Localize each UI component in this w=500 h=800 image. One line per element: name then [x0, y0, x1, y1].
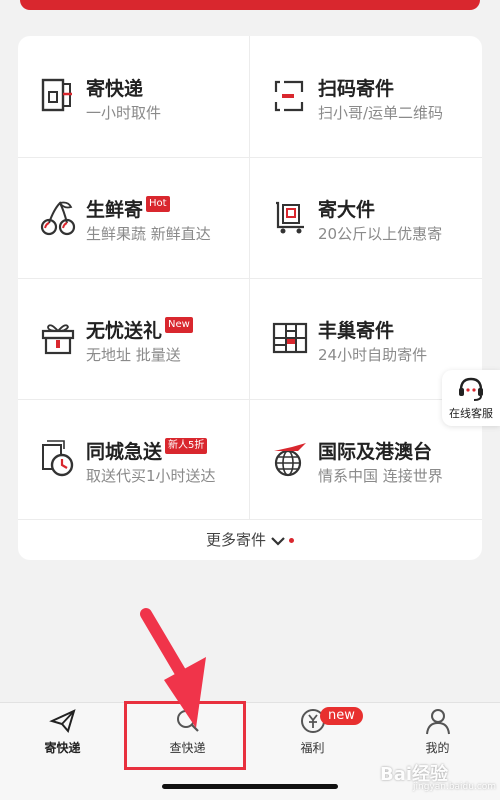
- service-title: 无忧送礼 New: [86, 316, 193, 343]
- watermark-url: jingyan.baidu.com: [413, 782, 497, 792]
- paper-plane-icon: [49, 709, 76, 734]
- service-subtitle: 无地址 批量送: [86, 346, 181, 364]
- tab-label: 寄快递: [44, 741, 81, 755]
- service-subtitle: 一小时取件: [86, 104, 162, 122]
- home-indicator: [162, 784, 338, 789]
- service-card: 寄快递 一小时取件 扫码寄件 扫小哥/运单二维码 生鲜寄 Hot 生鲜果蔬 新鲜…: [18, 36, 482, 560]
- service-subtitle: 24小时自助寄件: [318, 346, 428, 364]
- globe-plane-icon: [274, 443, 306, 477]
- locker-icon: [272, 322, 308, 354]
- cherry-icon: [40, 201, 76, 236]
- customer-service-button[interactable]: 在线客服: [442, 370, 500, 426]
- service-send-express[interactable]: 寄快递 一小时取件: [18, 36, 250, 157]
- service-title-text: 生鲜寄: [86, 199, 144, 221]
- service-title: 国际及港澳台: [318, 441, 433, 463]
- service-large-parcel[interactable]: 寄大件 20公斤以上优惠寄: [250, 157, 482, 278]
- service-fresh-send[interactable]: 生鲜寄 Hot 生鲜果蔬 新鲜直达: [18, 157, 250, 278]
- tab-benefits[interactable]: new 福利: [250, 703, 375, 763]
- new-badge: New: [165, 317, 193, 333]
- tab-label: 福利: [300, 741, 325, 755]
- service-title: 丰巢寄件: [318, 320, 395, 342]
- annotation-highlight-box: [124, 701, 246, 770]
- service-title: 同城急送 新人5折: [86, 437, 208, 464]
- promo-badge: 新人5折: [165, 438, 208, 454]
- large-parcel-cart-icon: [276, 201, 304, 234]
- service-grid: 寄快递 一小时取件 扫码寄件 扫小哥/运单二维码 生鲜寄 Hot 生鲜果蔬 新鲜…: [18, 36, 482, 520]
- scan-code-icon: [274, 80, 304, 112]
- clock-parcel-icon: [42, 440, 74, 477]
- notification-dot: [289, 538, 294, 543]
- service-gift-send[interactable]: 无忧送礼 New 无地址 批量送: [18, 278, 250, 399]
- service-scan-send[interactable]: 扫码寄件 扫小哥/运单二维码: [250, 36, 482, 157]
- more-services-label: 更多寄件: [205, 531, 266, 549]
- hot-badge: Hot: [146, 196, 170, 212]
- service-title: 扫码寄件: [318, 78, 395, 100]
- service-subtitle: 扫小哥/运单二维码: [318, 104, 444, 122]
- person-icon: [426, 709, 450, 735]
- tab-label: 我的: [425, 741, 450, 755]
- service-title-text: 无忧送礼: [86, 320, 163, 342]
- service-subtitle: 生鲜果蔬 新鲜直达: [86, 225, 211, 243]
- express-door-icon: [41, 78, 72, 112]
- new-badge: new: [320, 707, 363, 725]
- gift-box-icon: [41, 324, 75, 355]
- service-subtitle: 取送代买1小时送达: [86, 467, 216, 485]
- top-banner-edge: [20, 0, 480, 10]
- more-services-button[interactable]: 更多寄件: [18, 520, 482, 560]
- service-subtitle: 情系中国 连接世界: [318, 467, 443, 485]
- customer-service-label: 在线客服: [449, 407, 493, 420]
- service-title-text: 同城急送: [86, 441, 163, 463]
- service-subtitle: 20公斤以上优惠寄: [318, 225, 443, 243]
- service-title: 生鲜寄 Hot: [86, 195, 170, 222]
- service-title: 寄快递: [86, 78, 144, 100]
- service-same-city[interactable]: 同城急送 新人5折 取送代买1小时送达: [18, 399, 250, 520]
- tab-send-express[interactable]: 寄快递: [0, 703, 125, 763]
- tab-profile[interactable]: 我的: [375, 703, 500, 763]
- headset-icon: [459, 377, 483, 401]
- chevron-down-icon: [271, 536, 285, 546]
- service-title: 寄大件: [318, 199, 376, 221]
